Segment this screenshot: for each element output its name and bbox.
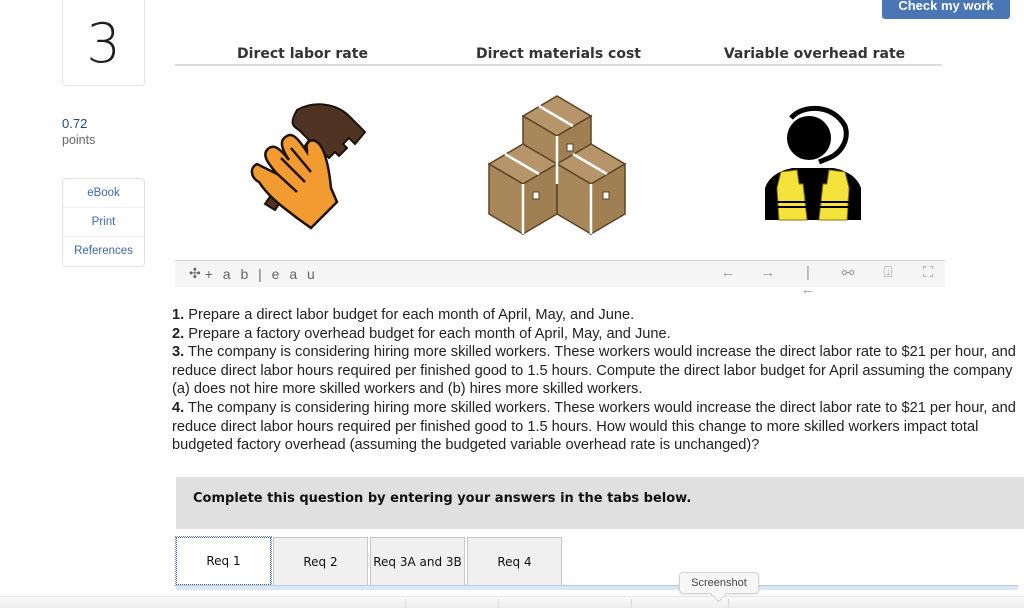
redo-icon[interactable]: →: [759, 264, 777, 298]
points-value: 0.72: [62, 116, 88, 131]
download-icon[interactable]: ⍗: [879, 264, 897, 298]
resources-panel: eBook Print References: [62, 178, 145, 267]
instructions-text: Complete this question by entering your …: [193, 491, 692, 506]
tableau-logo-text: + a b | e a u: [204, 265, 318, 282]
instructions-box: Complete this question by entering your …: [176, 477, 1024, 529]
bottom-divider: [498, 599, 499, 608]
requirement-1: 1. Prepare a direct labor budget for eac…: [172, 307, 635, 323]
viz-column-labor: Direct labor rate: [175, 40, 430, 64]
tab-req-4[interactable]: Req 4: [467, 537, 562, 585]
revert-icon[interactable]: |←: [799, 264, 817, 298]
requirement-tabs: Req 1 Req 2 Req 3A and 3B Req 4: [175, 536, 564, 586]
viz-title-materials: Direct materials cost: [475, 46, 641, 62]
bottom-divider: [631, 599, 632, 608]
question-number-box: 3: [62, 0, 145, 86]
tableau-logo-icon: ✣: [189, 265, 201, 281]
viz-column-overhead: Variable overhead rate: [687, 40, 942, 64]
question-number: 3: [86, 11, 121, 75]
boxes-icon: [487, 95, 627, 236]
page: 3 0.72 points eBook Print References Che…: [0, 0, 1024, 608]
check-my-work-button[interactable]: Check my work: [882, 0, 1010, 19]
tab-req-3a-3b[interactable]: Req 3A and 3B: [370, 537, 465, 585]
bottom-divider: [405, 599, 406, 608]
viz-title-overhead: Variable overhead rate: [723, 46, 906, 62]
bottom-strip: [0, 596, 1024, 608]
tab-panel-top: [176, 585, 1018, 590]
ebook-link[interactable]: eBook: [63, 179, 144, 208]
requirement-2: 2. Prepare a factory overhead budget for…: [172, 325, 671, 342]
print-link[interactable]: Print: [63, 208, 144, 237]
tableau-toolbar: ✣ + a b | e a u ← → |← ⚯ ⍗ ⛶: [175, 260, 945, 298]
tableau-toolbar-icons: ← → |← ⚯ ⍗ ⛶: [719, 264, 937, 298]
share-icon[interactable]: ⚯: [839, 264, 857, 298]
requirement-3: 3. The company is considering hiring mor…: [172, 344, 1016, 398]
tableau-logo[interactable]: ✣ + a b | e a u: [189, 265, 318, 282]
requirements-text: 1. Prepare a direct labor budget for eac…: [172, 306, 1017, 455]
viz-column-materials: Direct materials cost: [431, 40, 686, 64]
undo-icon[interactable]: ←: [719, 264, 737, 298]
tab-req-2[interactable]: Req 2: [273, 537, 368, 585]
references-link[interactable]: References: [63, 237, 144, 266]
requirement-4: 4. The company is considering hiring mor…: [172, 399, 1016, 454]
tab-req-1[interactable]: Req 1: [175, 536, 272, 586]
points-label: points: [62, 133, 96, 147]
hand-hammer-icon: [250, 103, 367, 230]
bottom-divider: [728, 599, 729, 608]
worker-vest-icon: [765, 105, 861, 221]
fullscreen-icon[interactable]: ⛶: [919, 264, 937, 298]
viz-header-divider: [175, 64, 942, 66]
viz-title-labor: Direct labor rate: [237, 46, 368, 62]
tableau-viz: Direct labor rate Direct materials cost …: [175, 40, 942, 260]
screenshot-tooltip: Screenshot: [679, 572, 759, 594]
